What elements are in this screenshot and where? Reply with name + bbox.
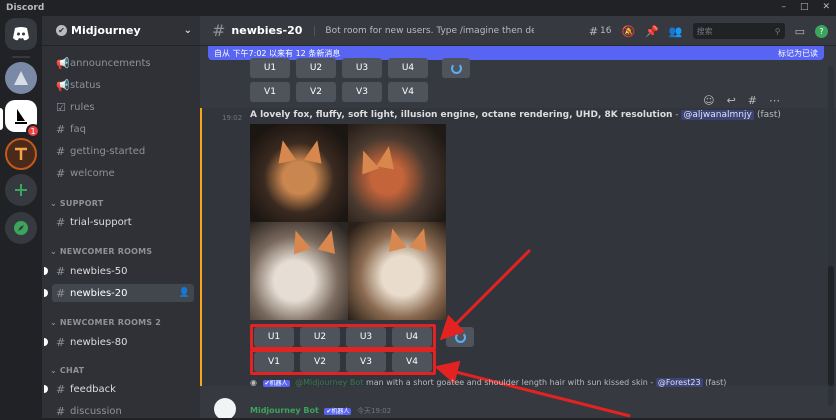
add-member-icon[interactable]: 👤 (179, 288, 190, 298)
channel-rules[interactable]: ☑ rules (52, 98, 194, 116)
verified-check-icon: ✔ (56, 25, 67, 36)
category-chat[interactable]: ⌄ CHAT (50, 366, 84, 375)
hash-icon: # (56, 122, 66, 136)
bot-tag: ✔机器人 (324, 408, 352, 415)
guild-header[interactable]: ✔ Midjourney ⌄ (42, 16, 200, 46)
maximize-button[interactable]: □ (800, 2, 809, 12)
scrollbar-thumb[interactable] (828, 266, 834, 386)
threads-hash-icon: # (56, 335, 66, 349)
server-icon-t[interactable] (5, 138, 37, 170)
bot-tag: ✔机器人 (262, 380, 290, 387)
threads-hash-icon: # (56, 286, 66, 300)
discord-home-icon[interactable] (5, 18, 37, 50)
channel-sidebar: ✔ Midjourney ⌄ 📢 announcements 📢 status ☑ r… (42, 16, 200, 418)
channel-newbies-50[interactable]: # newbies-50 (52, 262, 194, 280)
chevron-down-icon: ⌄ (50, 199, 57, 208)
channel-welcome[interactable]: # welcome (52, 164, 194, 182)
annotation-arrows (434, 248, 631, 418)
app-title: Discord (6, 3, 45, 13)
next-message-header: Midjourney Bot ✔机器人 今天19:02 (250, 406, 391, 416)
hash-icon: # (56, 166, 66, 180)
channel-announcements[interactable]: 📢 announcements (52, 54, 194, 72)
hash-icon: # (56, 382, 66, 396)
reply-avatar-icon: ◉ (250, 378, 257, 387)
hash-icon: # (56, 215, 66, 229)
add-server-icon[interactable] (5, 174, 37, 206)
chevron-down-icon[interactable]: ⌄ (184, 25, 192, 36)
reply-preview[interactable]: ◉ ✔机器人 @Midjourney Bot man with a short … (250, 378, 726, 387)
checkbox-icon: ☑ (56, 100, 66, 114)
selected-server-pill (0, 108, 3, 130)
chevron-down-icon: ⌄ (50, 247, 57, 256)
category-newcomer-rooms-2[interactable]: ⌄ NEWCOMER ROOMS 2 (50, 318, 161, 327)
threads-hash-icon: # (56, 264, 66, 278)
category-newcomer-rooms[interactable]: ⌄ NEWCOMER ROOMS (50, 247, 152, 256)
minimize-button[interactable]: – (781, 2, 786, 12)
chat-main: # newbies-20 Bot room for new users. Typ… (200, 16, 836, 418)
guild-name: Midjourney (71, 24, 141, 37)
chevron-down-icon: ⌄ (50, 318, 57, 327)
unread-indicator (44, 385, 48, 393)
megaphone-icon: 📢 (56, 56, 70, 70)
window-controls: – □ ✕ (781, 2, 830, 12)
reply-author[interactable]: @Midjourney Bot (295, 378, 363, 387)
channel-faq[interactable]: # faq (52, 120, 194, 138)
megaphone-icon: 📢 (56, 78, 70, 92)
bot-avatar[interactable] (214, 398, 236, 418)
hash-icon: # (56, 144, 66, 158)
reply-mention[interactable]: @Forest23 (655, 378, 703, 387)
unread-indicator (44, 289, 48, 297)
close-button[interactable]: ✕ (822, 2, 830, 12)
channel-status[interactable]: 📢 status (52, 76, 194, 94)
channel-feedback[interactable]: # feedback (52, 380, 194, 398)
unread-indicator (44, 267, 48, 275)
channel-newbies-80[interactable]: # newbies-80 (52, 333, 194, 351)
threads-hash-icon: # (56, 404, 66, 418)
arrow-to-upscale (439, 248, 532, 341)
server-rail: 1 (0, 16, 42, 418)
unread-indicator (44, 338, 48, 346)
arrow-to-variation (434, 360, 631, 418)
channel-trial-support[interactable]: # trial-support (52, 213, 194, 231)
explore-servers-icon[interactable] (5, 212, 37, 244)
rail-separator (12, 56, 30, 58)
channel-discussion[interactable]: # discussion (52, 402, 194, 420)
server-icon-1[interactable] (5, 62, 37, 94)
title-bar: Discord – □ ✕ (0, 0, 836, 16)
reply-speed: (fast) (705, 378, 727, 387)
mention-badge: 1 (26, 124, 40, 138)
reply-text: man with a short goatee and shoulder len… (365, 378, 648, 387)
chevron-down-icon: ⌄ (50, 366, 57, 375)
channel-newbies-20[interactable]: # newbies-20 👤 (52, 284, 194, 302)
message-time: 今天19:02 (356, 407, 392, 415)
channel-getting-started[interactable]: # getting-started (52, 142, 194, 160)
category-support[interactable]: ⌄ SUPPORT (50, 199, 103, 208)
bot-name[interactable]: Midjourney Bot (250, 406, 319, 415)
